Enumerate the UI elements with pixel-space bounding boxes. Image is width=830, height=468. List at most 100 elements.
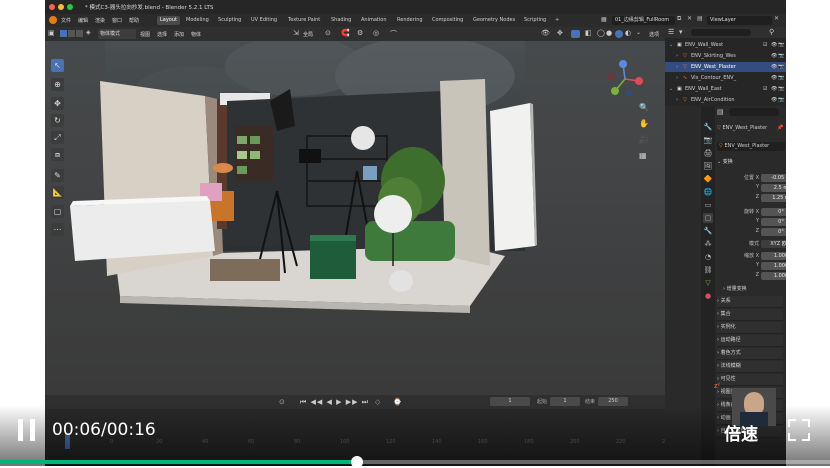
outliner-row[interactable]: › ▽ ENV_AirCondition 👁 📷 xyxy=(665,95,786,105)
render-tab-icon[interactable]: 📷 xyxy=(703,135,713,145)
properties-section[interactable]: › 关系 xyxy=(717,296,783,308)
menu-edit[interactable]: 编辑 xyxy=(78,17,88,24)
rendered-shading-icon[interactable]: ◐ xyxy=(625,29,631,37)
outliner-row[interactable]: › ∿ Vis_Contour_ENV_ 👁 📷 xyxy=(665,73,786,83)
location-y-field[interactable]: 2.5 m xyxy=(761,184,786,192)
transform-orientation-dropdown[interactable]: 全局 xyxy=(303,31,313,38)
scale-tool[interactable]: ⤢ xyxy=(51,131,64,144)
world-tab-icon[interactable]: 🌐 xyxy=(703,187,713,197)
tab-uv-editing[interactable]: UV Editing xyxy=(248,16,280,25)
add-menu[interactable]: 添加 xyxy=(174,31,184,38)
scene-browse-icon[interactable]: ⧉ xyxy=(677,15,681,23)
extra-tool[interactable]: ⋯ xyxy=(51,223,64,236)
tab-rendering[interactable]: Rendering xyxy=(394,16,426,25)
checkbox-icon[interactable]: ☑ xyxy=(763,40,767,50)
properties-section[interactable]: › 可见性 xyxy=(717,374,783,386)
outliner-row[interactable]: › ▽ ENV_Skirting_Wes 👁 📷 xyxy=(665,51,786,61)
tab-shading[interactable]: Shading xyxy=(328,16,354,25)
properties-section[interactable]: › 运动路径 xyxy=(717,335,783,347)
eye-icon[interactable]: 👁 xyxy=(771,51,777,61)
object-menu[interactable]: 物体 xyxy=(191,31,201,38)
camera-icon[interactable]: 📷 xyxy=(778,51,784,61)
scale-y-field[interactable]: 1.000 xyxy=(761,262,786,270)
outliner-search-input[interactable] xyxy=(691,29,751,36)
camera-icon[interactable]: 📷 xyxy=(778,84,784,94)
delta-transform-subsection[interactable]: › 增量变换 xyxy=(723,285,783,294)
snap-icon[interactable]: 🧲 xyxy=(341,29,350,37)
camera-icon[interactable]: 📷 xyxy=(778,95,784,105)
properties-editor-icon[interactable]: ▤ xyxy=(717,108,724,116)
scene-close-icon[interactable]: ✕ xyxy=(687,15,692,22)
outliner-row[interactable]: ⌄ ▣ ENV_Wall_West ☑ 👁 📷 xyxy=(665,40,786,50)
blender-logo-icon[interactable] xyxy=(49,16,57,24)
pan-hand-icon[interactable]: ✋ xyxy=(639,119,649,128)
cursor-tool[interactable]: ⊕ xyxy=(51,78,64,91)
pause-icon-bar-right[interactable] xyxy=(30,419,35,441)
eye-icon[interactable]: 👁 xyxy=(771,73,777,83)
menu-render[interactable]: 渲染 xyxy=(95,17,105,24)
outliner-row-selected[interactable]: › ▽ ENV_West_Plaster 👁 📷 xyxy=(665,62,786,72)
select-menu[interactable]: 选择 xyxy=(157,31,167,38)
editor-type-icon[interactable]: ▣ xyxy=(48,29,58,39)
object-data-selector[interactable]: ▽ ENV_West_Plaster xyxy=(717,142,785,151)
close-dot[interactable] xyxy=(49,4,55,10)
select-box-tool[interactable]: ↖ xyxy=(51,59,64,72)
camera-icon[interactable]: 📷 xyxy=(778,40,784,50)
tab-modeling[interactable]: Modeling xyxy=(183,16,212,25)
rotation-y-field[interactable]: 0° xyxy=(761,218,786,226)
tool-tab-icon[interactable]: 🔧 xyxy=(703,122,713,132)
scale-x-field[interactable]: 1.000 xyxy=(761,252,786,260)
speed-button[interactable]: 倍速 xyxy=(724,420,758,445)
outliner-filter-icon[interactable]: ⚲ xyxy=(769,28,774,36)
tab-animation[interactable]: Animation xyxy=(358,16,390,25)
output-tab-icon[interactable]: 🖨 xyxy=(703,148,713,158)
outliner-editor-icon[interactable]: ☰ xyxy=(668,28,674,36)
view-layer-close-icon[interactable]: ✕ xyxy=(774,15,779,22)
outliner-row[interactable]: ⌄ ▣ ENV_Wall_East ☑ 👁 📷 xyxy=(665,84,786,94)
properties-search-input[interactable] xyxy=(729,108,779,116)
modifier-tab-icon[interactable]: 🔧 xyxy=(703,226,713,236)
select-extend-icon[interactable] xyxy=(68,30,75,37)
rotation-mode-dropdown[interactable]: XYZ 欧拉 xyxy=(761,240,786,248)
camera-view-icon[interactable]: 🎥 xyxy=(639,135,649,144)
pin-icon[interactable]: 📌 xyxy=(777,124,783,133)
view-layer-tab-icon[interactable]: 🖼 xyxy=(703,161,713,171)
particles-tab-icon[interactable]: ⁂ xyxy=(703,239,713,249)
transform-section-header[interactable]: ⌄ 变换 xyxy=(717,157,783,167)
falloff-icon[interactable]: ⌒ xyxy=(390,29,397,39)
add-cube-tool[interactable]: ▢ xyxy=(51,205,64,218)
location-z-field[interactable]: 1.25 m xyxy=(761,194,786,202)
scene-selector[interactable]: 01_边缘剪辑_FullRoom xyxy=(612,16,675,25)
eye-icon[interactable]: 👁 xyxy=(771,95,777,105)
scene-tab-icon[interactable]: 🔶 xyxy=(703,174,713,184)
eye-icon[interactable]: 👁 xyxy=(771,84,777,94)
gizmo-toggle-icon[interactable]: ✥ xyxy=(557,29,563,37)
menu-help[interactable]: 帮助 xyxy=(129,17,139,24)
minimize-dot[interactable] xyxy=(58,4,64,10)
pivot-point-icon[interactable]: ⊙ xyxy=(325,29,331,37)
proportional-edit-icon[interactable]: ◎ xyxy=(373,29,379,37)
collection-tab-icon[interactable]: ▭ xyxy=(703,200,713,210)
properties-section[interactable]: › 着色方式 xyxy=(717,348,783,360)
zoom-icon[interactable]: 🔍 xyxy=(639,103,649,112)
wireframe-shading-icon[interactable]: ◯ xyxy=(597,29,605,37)
view-layer-selector[interactable]: ViewLayer xyxy=(707,16,772,25)
rotate-tool[interactable]: ↻ xyxy=(51,114,64,127)
properties-section[interactable]: › 法线模糊 xyxy=(717,361,783,373)
progress-thumb[interactable] xyxy=(350,456,363,468)
camera-icon[interactable]: 📷 xyxy=(778,73,784,83)
perspective-toggle-icon[interactable]: ▦ xyxy=(639,151,647,160)
annotate-tool[interactable]: ✎ xyxy=(51,169,64,182)
shading-options-icon[interactable]: ⌄ xyxy=(636,29,641,36)
menu-file[interactable]: 文件 xyxy=(61,17,71,24)
eye-icon[interactable]: 👁 xyxy=(771,40,777,50)
data-tab-icon[interactable]: ▽ xyxy=(703,278,713,288)
tab-layout[interactable]: Layout xyxy=(157,16,180,25)
tab-sculpting[interactable]: Sculpting xyxy=(215,16,244,25)
snap-target-icon[interactable]: ⚙ xyxy=(357,29,363,37)
properties-section[interactable]: › 实例化 xyxy=(717,322,783,334)
scale-z-field[interactable]: 1.000 xyxy=(761,272,786,280)
fullscreen-icon[interactable] xyxy=(788,419,810,441)
tab-compositing[interactable]: Compositing xyxy=(429,16,466,25)
tab-scripting[interactable]: Scripting xyxy=(521,16,549,25)
